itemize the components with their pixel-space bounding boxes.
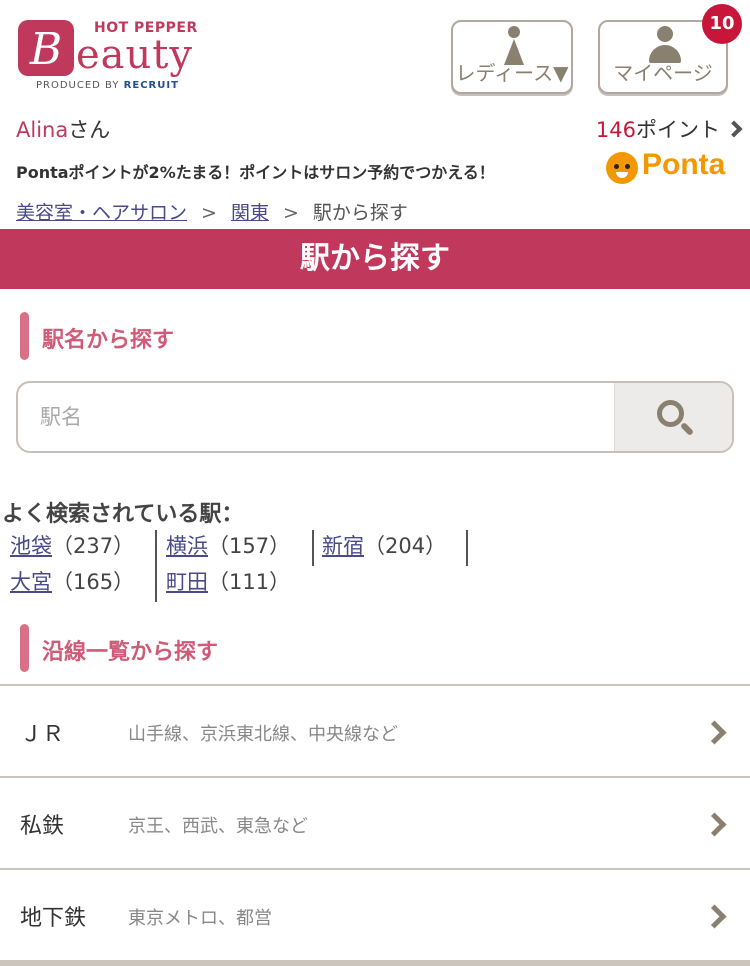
- station-link-shinjuku[interactable]: 新宿: [322, 534, 364, 558]
- user-name: Alina: [16, 118, 69, 142]
- chevron-right-icon: [725, 120, 743, 138]
- section-heading-text: 駅名から探す: [42, 328, 175, 353]
- points-label: ポイント: [636, 118, 720, 142]
- produced-by-text: PRODUCED BY: [36, 80, 120, 91]
- chevron-right-icon: [702, 904, 727, 929]
- line-item-subway[interactable]: 地下鉄 東京メトロ、都営: [0, 868, 750, 960]
- breadcrumb-kanto[interactable]: 関東: [231, 202, 269, 224]
- breadcrumb-separator: >: [282, 202, 299, 224]
- chevron-right-icon: [702, 720, 727, 745]
- station-link-machida[interactable]: 町田: [166, 570, 208, 594]
- popular-station-item: 大宮（165）: [0, 566, 134, 602]
- station-count: （157）: [208, 534, 291, 558]
- ponta-message: Pontaポイントが2%たまる！ポイントはサロン予約でつかえる！: [16, 163, 495, 182]
- line-name: 地下鉄: [20, 906, 87, 931]
- section-accent-bar: [20, 624, 29, 672]
- station-link-ikebukuro[interactable]: 池袋: [10, 534, 52, 558]
- station-count: （111）: [208, 570, 291, 594]
- section-accent-bar: [20, 312, 29, 360]
- ponta-raccoon-icon: [606, 152, 638, 184]
- logo-word: eauty: [76, 32, 193, 78]
- station-search-input[interactable]: [18, 383, 614, 451]
- line-description: 山手線、京浜東北線、中央線など: [128, 724, 398, 745]
- line-name: ＪＲ: [20, 722, 65, 747]
- breadcrumb-current: 駅から探す: [312, 202, 408, 224]
- section-heading-text: 沿線一覧から探す: [42, 640, 219, 665]
- line-description: 東京メトロ、都営: [128, 908, 272, 929]
- station-link-omiya[interactable]: 大宮: [10, 570, 52, 594]
- line-name: 私鉄: [20, 814, 65, 839]
- divider: [466, 530, 468, 566]
- points-link[interactable]: 146ポイント: [595, 114, 743, 144]
- breadcrumb-salon[interactable]: 美容室・ヘアサロン: [16, 202, 187, 224]
- points-value: 146: [595, 118, 636, 142]
- search-button[interactable]: [614, 383, 732, 451]
- chevron-right-icon: [702, 812, 727, 837]
- logo-badge: B: [18, 20, 74, 76]
- logo-mark: B: [29, 24, 63, 75]
- popular-station-item: 町田（111）: [156, 566, 290, 602]
- station-search-box: [16, 381, 734, 453]
- popular-station-item: 新宿（204）: [312, 530, 446, 566]
- search-icon: [657, 400, 695, 437]
- ponta-logo: Ponta: [606, 148, 740, 186]
- breadcrumb-separator: >: [201, 202, 217, 224]
- ladies-menu-button[interactable]: レディース▼: [451, 20, 573, 94]
- line-item-private-railway[interactable]: 私鉄 京王、西武、東急など: [0, 776, 750, 868]
- popular-station-item: 横浜（157）: [156, 530, 290, 566]
- hotpepper-beauty-logo[interactable]: B HOT PEPPER eauty PRODUCED BY RECRUIT: [18, 18, 198, 94]
- popular-station-item: 池袋（237）: [0, 530, 134, 566]
- ladies-button-label: レディース▼: [455, 61, 569, 85]
- line-description: 京王、西武、東急など: [128, 816, 308, 837]
- popular-stations-title: よく検索されている駅：: [2, 502, 244, 527]
- mypage-button-label: マイページ: [613, 61, 713, 85]
- logo-produced-by: PRODUCED BY RECRUIT: [36, 80, 179, 91]
- ponta-banner[interactable]: Pontaポイントが2%たまる！ポイントはサロン予約でつかえる！ Ponta: [16, 148, 740, 190]
- station-count: （204）: [364, 534, 447, 558]
- station-count: （237）: [52, 534, 135, 558]
- header: B HOT PEPPER eauty PRODUCED BY RECRUIT レ…: [0, 0, 750, 110]
- station-count: （165）: [52, 570, 135, 594]
- line-item-jr[interactable]: ＪＲ 山手線、京浜東北線、中央線など: [0, 684, 750, 776]
- notification-badge: 10: [702, 4, 742, 44]
- user-honorific: さん: [68, 118, 111, 142]
- station-link-yokohama[interactable]: 横浜: [166, 534, 208, 558]
- list-bottom-border: [0, 960, 750, 966]
- ponta-logo-text: Ponta: [642, 148, 726, 181]
- user-row: Alinaさん 146ポイント: [16, 114, 743, 144]
- breadcrumb: 美容室・ヘアサロン > 関東 > 駅から探す: [16, 198, 408, 225]
- page-title: 駅から探す: [0, 229, 750, 289]
- recruit-text: RECRUIT: [123, 80, 179, 91]
